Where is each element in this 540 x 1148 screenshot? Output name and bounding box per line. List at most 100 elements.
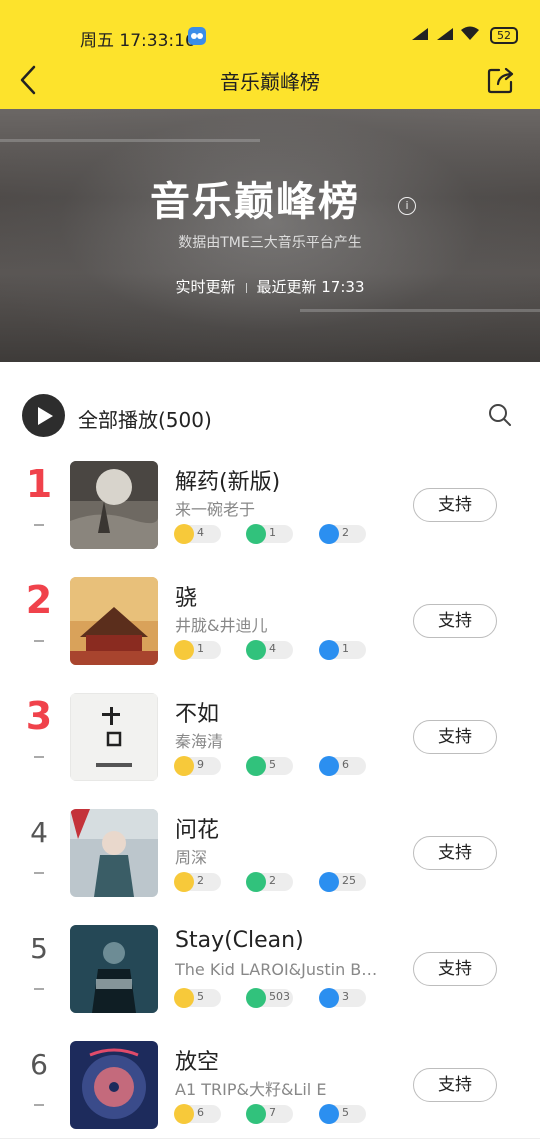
rank-change-indicator — [34, 872, 44, 874]
banner-title: 音乐巅峰榜 — [150, 179, 360, 225]
kuwo-rank-badge: 1 — [174, 640, 221, 660]
top-bar: 周五 17:33:16 52 音乐巅峰榜 — [0, 0, 540, 109]
kugou-icon — [319, 756, 339, 776]
status-icons — [410, 26, 480, 41]
kuwo-rank-badge: 2 — [174, 872, 221, 892]
list-item[interactable]: 3 不如 秦海清 9 5 6 支持 — [0, 680, 540, 796]
rank-change-indicator — [34, 988, 44, 990]
song-title: 不如 — [175, 702, 220, 727]
bottom-player-peek — [0, 1138, 540, 1148]
album-cover[interactable] — [70, 925, 158, 1013]
album-cover[interactable] — [70, 577, 158, 665]
rank-change-indicator — [34, 640, 44, 642]
divider — [245, 282, 247, 293]
rank-number: 6 — [30, 1048, 48, 1081]
rank-number: 1 — [25, 462, 53, 506]
kuwo-rank-badge: 4 — [174, 524, 221, 544]
page-header: 音乐巅峰榜 — [0, 56, 540, 109]
kugou-icon — [319, 524, 339, 544]
song-title: 骁 — [175, 586, 198, 611]
rank-number: 4 — [30, 816, 48, 849]
qq-music-icon — [246, 756, 266, 776]
play-all-row: 全部播放(500) — [0, 382, 540, 448]
album-cover[interactable] — [70, 809, 158, 897]
signal-icon-2 — [437, 28, 453, 40]
album-cover[interactable] — [70, 461, 158, 549]
kugou-icon — [319, 988, 339, 1008]
status-day: 周五 — [80, 31, 114, 51]
song-title: 问花 — [175, 818, 220, 843]
qq-music-rank-badge: 7 — [246, 1104, 293, 1124]
kuwo-rank-badge: 5 — [174, 988, 221, 1008]
rank-change-indicator — [34, 524, 44, 526]
list-item[interactable]: 4 问花 周深 2 2 25 支持 — [0, 796, 540, 912]
kugou-rank-badge: 2 — [319, 524, 366, 544]
banner-streak — [0, 139, 260, 142]
list-item[interactable]: 1 解药(新版) 来一碗老于 4 1 2 支持 — [0, 448, 540, 564]
play-all-label[interactable]: 全部播放(500) — [78, 404, 212, 433]
album-cover[interactable] — [70, 1041, 158, 1129]
realtime-label: 实时更新 — [175, 278, 236, 296]
qq-music-rank-badge: 1 — [246, 524, 293, 544]
rank-number: 5 — [30, 932, 48, 965]
signal-icon — [412, 28, 428, 40]
list-item[interactable]: 2 骁 井胧&井迪儿 1 4 1 支持 — [0, 564, 540, 680]
kuwo-icon — [174, 756, 194, 776]
banner-streak — [300, 309, 540, 312]
play-all-button[interactable] — [22, 394, 65, 437]
status-clock: 17:33:16 — [119, 31, 196, 51]
kugou-icon — [319, 872, 339, 892]
qq-music-rank-badge: 503 — [246, 988, 293, 1008]
song-title: Stay(Clean) — [175, 928, 304, 953]
qq-music-rank-badge: 2 — [246, 872, 293, 892]
album-cover[interactable] — [70, 693, 158, 781]
song-artist: 秦海清 — [175, 732, 224, 751]
support-button[interactable]: 支持 — [413, 1068, 497, 1102]
status-time: 周五 17:33:16 — [80, 26, 196, 51]
kugou-rank-badge: 25 — [319, 872, 366, 892]
kugou-rank-badge: 6 — [319, 756, 366, 776]
qq-music-icon — [246, 872, 266, 892]
info-icon[interactable]: i — [398, 197, 416, 215]
support-button[interactable]: 支持 — [413, 488, 497, 522]
rank-number: 3 — [25, 694, 53, 738]
last-update-label: 最近更新 17:33 — [256, 278, 365, 296]
support-button[interactable]: 支持 — [413, 836, 497, 870]
play-icon — [38, 407, 53, 425]
page-title: 音乐巅峰榜 — [220, 70, 320, 94]
search-icon[interactable] — [488, 403, 512, 427]
notification-icon — [188, 27, 206, 45]
song-artist: 井胧&井迪儿 — [175, 616, 268, 635]
qq-music-rank-badge: 4 — [246, 640, 293, 660]
qq-music-icon — [246, 1104, 266, 1124]
kugou-rank-badge: 1 — [319, 640, 366, 660]
share-icon[interactable] — [486, 65, 516, 95]
support-button[interactable]: 支持 — [413, 720, 497, 754]
list-item[interactable]: 5 Stay(Clean) The Kid LAROI&Justin B… 5 … — [0, 912, 540, 1028]
song-artist: 周深 — [175, 848, 208, 867]
status-bar: 周五 17:33:16 52 — [0, 0, 540, 56]
qq-music-icon — [246, 640, 266, 660]
qq-music-icon — [246, 988, 266, 1008]
kuwo-icon — [174, 640, 194, 660]
song-artist: 来一碗老于 — [175, 500, 256, 519]
kuwo-icon — [174, 988, 194, 1008]
support-button[interactable]: 支持 — [413, 952, 497, 986]
kuwo-icon — [174, 524, 194, 544]
song-title: 解药(新版) — [175, 470, 281, 495]
chart-banner: 音乐巅峰榜 i 数据由TME三大音乐平台产生 实时更新 最近更新 17:33 — [0, 109, 540, 362]
rank-number: 2 — [25, 578, 53, 622]
wifi-icon — [461, 26, 479, 40]
song-artist: The Kid LAROI&Justin B… — [175, 960, 378, 979]
kugou-rank-badge: 5 — [319, 1104, 366, 1124]
qq-music-icon — [246, 524, 266, 544]
kuwo-rank-badge: 6 — [174, 1104, 221, 1124]
kuwo-rank-badge: 9 — [174, 756, 221, 776]
support-button[interactable]: 支持 — [413, 604, 497, 638]
banner-update-info: 实时更新 最近更新 17:33 — [0, 276, 540, 297]
kugou-icon — [319, 1104, 339, 1124]
kugou-icon — [319, 640, 339, 660]
banner-subtitle: 数据由TME三大音乐平台产生 — [178, 235, 362, 251]
qq-music-rank-badge: 5 — [246, 756, 293, 776]
list-item[interactable]: 6 放空 A1 TRIP&大籽&Lil E 6 7 5 支持 — [0, 1028, 540, 1144]
